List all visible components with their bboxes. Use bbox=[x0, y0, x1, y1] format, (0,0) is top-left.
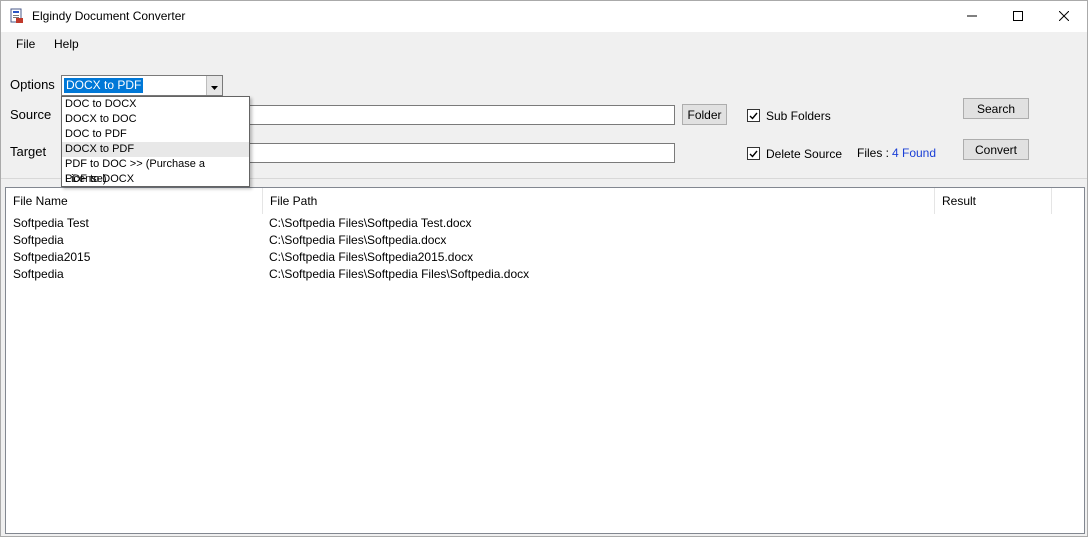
close-icon bbox=[1058, 10, 1070, 24]
file-name-cell: Softpedia2015 bbox=[13, 250, 91, 264]
option-docx-to-doc[interactable]: DOCX to DOC bbox=[62, 112, 249, 127]
document-convert-icon bbox=[10, 8, 24, 24]
close-button[interactable] bbox=[1041, 1, 1087, 32]
maximize-icon bbox=[1013, 10, 1023, 24]
file-path-cell: C:\Softpedia Files\Softpedia.docx bbox=[269, 233, 447, 247]
files-label: Files : bbox=[857, 146, 890, 160]
option-doc-to-docx[interactable]: DOC to DOCX bbox=[62, 97, 249, 112]
delete-source-checkbox[interactable] bbox=[747, 147, 760, 160]
convert-button[interactable]: Convert bbox=[963, 139, 1029, 160]
source-label: Source bbox=[10, 107, 52, 122]
search-button[interactable]: Search bbox=[963, 98, 1029, 119]
file-path-cell: C:\Softpedia Files\Softpedia Test.docx bbox=[269, 216, 472, 230]
option-doc-to-pdf[interactable]: DOC to PDF bbox=[62, 127, 249, 142]
menu-bar: File Help bbox=[1, 32, 1087, 56]
options-selected-value: DOCX to PDF bbox=[64, 78, 144, 93]
column-header-file-path[interactable]: File Path bbox=[263, 188, 935, 214]
option-pdf-to-doc[interactable]: PDF to DOC >> (Purchase a License) bbox=[62, 157, 249, 185]
minimize-button[interactable] bbox=[949, 1, 995, 32]
target-label: Target bbox=[10, 144, 47, 159]
option-docx-to-pdf[interactable]: DOCX to PDF bbox=[62, 142, 249, 157]
option-pdf-to-docx[interactable]: PDF to DOCX bbox=[62, 172, 249, 187]
files-count: 4 Found bbox=[892, 146, 937, 160]
chevron-down-icon bbox=[211, 79, 218, 93]
menu-file[interactable]: File bbox=[16, 37, 35, 51]
file-path-cell: C:\Softpedia Files\Softpedia Files\Softp… bbox=[269, 267, 530, 281]
app-window: Elgindy Document Converter File Help Opt… bbox=[0, 0, 1088, 537]
title-bar: Elgindy Document Converter bbox=[1, 1, 1087, 32]
delete-source-label[interactable]: Delete Source bbox=[766, 147, 842, 161]
file-path-cell: C:\Softpedia Files\Softpedia2015.docx bbox=[269, 250, 474, 264]
options-dropdown-list: DOC to DOCX DOCX to DOC DOC to PDF DOCX … bbox=[61, 96, 250, 187]
options-label: Options bbox=[10, 77, 55, 92]
column-header-result[interactable]: Result bbox=[935, 188, 1052, 214]
folder-button[interactable]: Folder bbox=[682, 104, 727, 125]
options-dropdown-button[interactable] bbox=[206, 76, 222, 95]
minimize-icon bbox=[967, 10, 977, 24]
maximize-button[interactable] bbox=[995, 1, 1041, 32]
sub-folders-checkbox[interactable] bbox=[747, 109, 760, 122]
window-title: Elgindy Document Converter bbox=[32, 9, 186, 23]
menu-help[interactable]: Help bbox=[54, 37, 79, 51]
sub-folders-label[interactable]: Sub Folders bbox=[766, 109, 831, 123]
options-combobox[interactable]: DOCX to PDF bbox=[61, 75, 223, 96]
file-name-cell: Softpedia bbox=[13, 233, 64, 247]
file-name-cell: Softpedia bbox=[13, 267, 64, 281]
file-name-cell: Softpedia Test bbox=[13, 216, 89, 230]
file-list[interactable]: File Name File Path Result Softpedia Tes… bbox=[5, 187, 1085, 534]
checkmark-icon bbox=[749, 109, 758, 123]
column-header-file-name[interactable]: File Name bbox=[6, 188, 263, 214]
checkmark-icon bbox=[749, 147, 758, 161]
